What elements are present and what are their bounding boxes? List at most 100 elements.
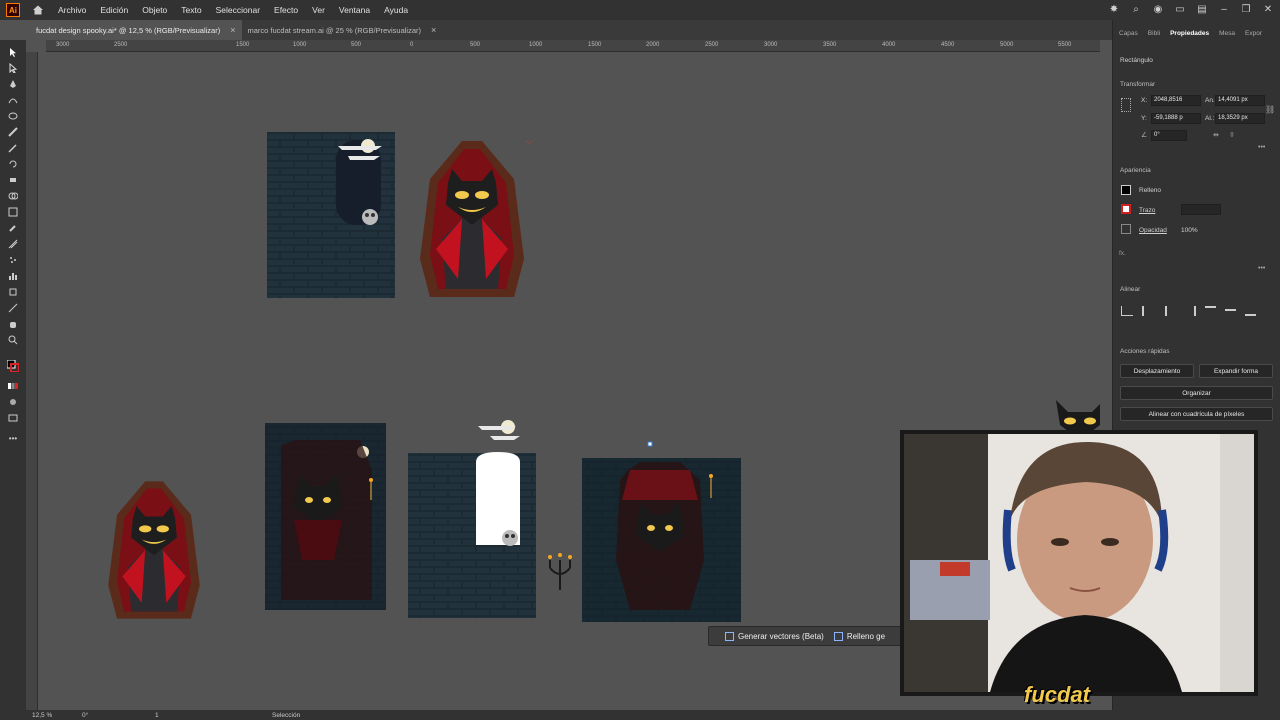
artwork-brick-window[interactable] — [267, 132, 395, 298]
menu-archivo[interactable]: Archivo — [58, 5, 86, 15]
pen-tool-icon[interactable] — [7, 78, 19, 90]
menu-ver[interactable]: Ver — [312, 5, 325, 15]
artwork-dark-scene-1[interactable] — [265, 423, 386, 610]
tab-bibliotecas[interactable]: Bibli — [1148, 30, 1160, 46]
close-tab-icon[interactable]: × — [431, 25, 436, 35]
artwork-candelabra[interactable] — [548, 553, 572, 590]
brush-tool-icon[interactable] — [7, 126, 19, 138]
align-vcenter-icon[interactable] — [1225, 309, 1236, 319]
zoom-tool-icon[interactable] — [7, 334, 19, 346]
draw-mode-icon[interactable] — [7, 396, 19, 408]
tab-marco-fucdat[interactable]: marco fucdat stream.ai @ 25 % (RGB/Previ… — [242, 20, 443, 40]
artwork-coffin-cat-small[interactable] — [108, 481, 200, 619]
color-mode-icon[interactable] — [7, 380, 19, 392]
menu-bar: Ai Archivo Edición Objeto Texto Seleccio… — [0, 0, 1280, 20]
opacity-label[interactable]: Opacidad — [1139, 227, 1167, 234]
close-tab-icon[interactable]: × — [230, 25, 235, 35]
lightbulb-icon[interactable]: ✸ — [1108, 3, 1120, 15]
constrain-proportions-icon[interactable]: ⛓ — [1265, 105, 1275, 114]
generative-fill-button[interactable]: Relleno ge — [833, 631, 885, 641]
height-field[interactable]: 18,3529 px — [1215, 113, 1265, 124]
curvature-tool-icon[interactable] — [7, 94, 19, 106]
rotation-value[interactable]: 0° — [82, 712, 88, 719]
align-left-icon[interactable] — [1142, 306, 1153, 316]
align-bottom-icon[interactable] — [1245, 306, 1256, 316]
tab-capas[interactable]: Capas — [1119, 30, 1138, 46]
blend-tool-icon[interactable] — [7, 238, 19, 250]
opacity-value[interactable]: 100% — [1181, 227, 1198, 234]
more-options-icon[interactable]: ••• — [1258, 144, 1265, 151]
tab-fucdat-design[interactable]: fucdat design spooky.ai* @ 12,5 % (RGB/P… — [30, 20, 242, 40]
flip-vertical-icon[interactable]: ⇳ — [1229, 131, 1235, 139]
ruler-label: 5500 — [1058, 42, 1072, 48]
menu-objeto[interactable]: Objeto — [142, 5, 167, 15]
menu-texto[interactable]: Texto — [181, 5, 201, 15]
graph-tool-icon[interactable] — [7, 270, 19, 282]
menu-ayuda[interactable]: Ayuda — [384, 5, 408, 15]
artwork-dark-scene-2[interactable] — [582, 458, 741, 622]
x-field[interactable]: 2048,8516 — [1151, 95, 1201, 106]
menu-seleccionar[interactable]: Seleccionar — [216, 5, 260, 15]
symbol-sprayer-tool-icon[interactable] — [7, 254, 19, 266]
menu-efecto[interactable]: Efecto — [274, 5, 298, 15]
selected-rectangle-handle[interactable] — [647, 441, 653, 447]
horizontal-ruler[interactable]: 3000 2500 1500 1000 500 0 500 1000 1500 … — [46, 40, 1100, 52]
ellipse-tool-icon[interactable] — [7, 110, 19, 122]
artwork-brick-window-bright[interactable] — [408, 420, 536, 618]
workspace-icon[interactable]: ▭ — [1174, 3, 1186, 15]
flip-horizontal-icon[interactable]: ⇹ — [1213, 131, 1219, 139]
width-field[interactable]: 14,4091 px — [1215, 95, 1265, 106]
tab-exportar[interactable]: Expor — [1245, 30, 1262, 46]
align-to-icon[interactable] — [1121, 306, 1133, 316]
eyedropper-tool-icon[interactable] — [7, 222, 19, 234]
stroke-weight-stepper[interactable] — [1181, 204, 1221, 215]
home-icon[interactable] — [32, 4, 44, 16]
scale-tool-icon[interactable] — [7, 206, 19, 218]
more-options-icon[interactable]: ••• — [1258, 265, 1265, 272]
expand-shape-button[interactable]: Expandir forma — [1199, 364, 1273, 378]
hand-tool-icon[interactable] — [7, 318, 19, 330]
stroke-swatch-icon[interactable] — [1121, 204, 1131, 214]
user-icon[interactable]: ◉ — [1152, 3, 1164, 15]
generative-fill-icon — [833, 631, 843, 641]
tab-propiedades[interactable]: Propiedades — [1170, 30, 1209, 46]
artwork-coffin-cat[interactable] — [420, 141, 524, 297]
close-icon[interactable]: ✕ — [1262, 3, 1274, 15]
offset-path-button[interactable]: Desplazamiento — [1120, 364, 1194, 378]
tab-mesa[interactable]: Mesa — [1219, 30, 1235, 46]
selection-tool-icon[interactable] — [7, 46, 19, 58]
arrange-docs-icon[interactable]: ▤ — [1196, 3, 1208, 15]
restore-icon[interactable]: ❐ — [1240, 3, 1252, 15]
align-pixel-grid-button[interactable]: Alinear con cuadrícula de píxeles — [1120, 407, 1273, 421]
artboard-tool-icon[interactable] — [7, 286, 19, 298]
arrange-button[interactable]: Organizar — [1120, 386, 1273, 400]
zoom-level[interactable]: 12,5 % — [32, 712, 52, 719]
align-right-icon[interactable] — [1185, 306, 1196, 316]
menu-edicion[interactable]: Edición — [100, 5, 128, 15]
search-icon[interactable]: ⌕ — [1130, 3, 1142, 15]
artboard-number[interactable]: 1 — [155, 712, 159, 719]
slice-tool-icon[interactable] — [7, 302, 19, 314]
fill-swatch-icon[interactable] — [1121, 185, 1131, 195]
eraser-tool-icon[interactable] — [7, 174, 19, 186]
align-top-icon[interactable] — [1205, 306, 1216, 316]
rotate-tool-icon[interactable] — [7, 158, 19, 170]
shape-builder-tool-icon[interactable] — [7, 190, 19, 202]
fill-label[interactable]: Relleno — [1139, 187, 1161, 194]
direct-selection-tool-icon[interactable] — [7, 62, 19, 74]
minimize-icon[interactable]: – — [1218, 3, 1230, 15]
align-hcenter-icon[interactable] — [1165, 306, 1176, 316]
fx-label[interactable]: fx. — [1119, 250, 1126, 257]
menu-ventana[interactable]: Ventana — [339, 5, 370, 15]
angle-field[interactable]: 0° — [1151, 130, 1187, 141]
more-tools-icon[interactable]: ••• — [7, 432, 19, 444]
reference-point-icon[interactable] — [1121, 98, 1131, 112]
generate-vectors-button[interactable]: Generar vectores (Beta) — [725, 631, 824, 641]
screen-mode-icon[interactable] — [7, 412, 19, 424]
y-field[interactable]: -59,1888 p — [1151, 113, 1201, 124]
document-tabs: fucdat design spooky.ai* @ 12,5 % (RGB/P… — [30, 20, 1112, 40]
vertical-ruler[interactable] — [26, 52, 38, 710]
stroke-label[interactable]: Trazo — [1139, 207, 1155, 214]
pencil-tool-icon[interactable] — [7, 142, 19, 154]
fill-stroke-swatch-icon[interactable] — [7, 360, 19, 372]
